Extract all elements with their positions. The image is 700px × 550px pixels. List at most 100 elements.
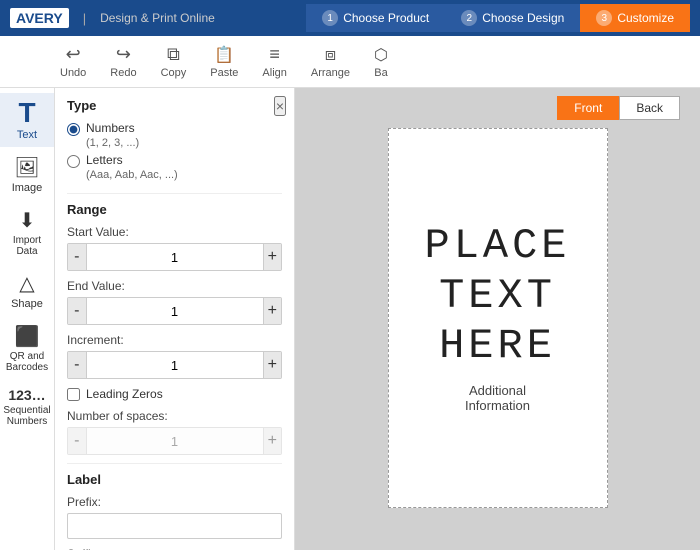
paste-icon: 📋: [214, 45, 234, 65]
sidebar-shape-label: Shape: [11, 298, 43, 310]
step-2-num: 2: [461, 10, 477, 26]
type-section-title: Type: [67, 98, 282, 113]
toolbar-paste[interactable]: 📋 Paste: [210, 45, 238, 79]
sidebar-image-label: Image: [12, 182, 43, 194]
end-value-plus[interactable]: +: [263, 298, 282, 324]
brand: AVERY | Design & Print Online: [10, 8, 215, 28]
image-icon: 🖼: [14, 155, 39, 180]
arrange-icon: ⧈: [325, 44, 336, 65]
increment-plus[interactable]: +: [263, 352, 282, 378]
main-layout: T Text 🖼 Image ⬇ Import Data △ Shape ⬛ Q…: [0, 88, 700, 550]
end-value-row: - +: [67, 297, 282, 325]
increment-row: - +: [67, 351, 282, 379]
type-numbers-radio[interactable]: [67, 123, 80, 136]
toolbar-copy[interactable]: ⧉ Copy: [161, 44, 187, 79]
sidebar-item-shape[interactable]: △ Shape: [0, 265, 54, 316]
sidebar-sequential-label: Sequential Numbers: [3, 405, 50, 427]
type-letters-radio[interactable]: [67, 155, 80, 168]
leading-zeros-label: Leading Zeros: [86, 387, 163, 401]
align-icon: ≡: [269, 44, 280, 65]
steps-nav: 1 Choose Product 2 Choose Design 3 Custo…: [306, 4, 690, 32]
start-value-minus[interactable]: -: [68, 244, 87, 270]
type-letters-option[interactable]: Letters (Aaa, Aab, Aac, ...): [67, 153, 282, 181]
divider-1: [67, 193, 282, 194]
undo-label: Undo: [60, 67, 86, 79]
sidebar-text-label: Text: [17, 129, 37, 141]
increment-input[interactable]: [87, 352, 263, 378]
sidebar-item-sequential-numbers[interactable]: 123… Sequential Numbers: [0, 381, 54, 433]
redo-label: Redo: [110, 67, 136, 79]
arrange-label: Arrange: [311, 67, 350, 79]
prefix-input[interactable]: [67, 513, 282, 539]
type-letters-sub: (Aaa, Aab, Aac, ...): [86, 169, 178, 181]
step-1-label: Choose Product: [343, 11, 429, 25]
label-canvas[interactable]: Place Text Here AdditionalInformation: [388, 128, 608, 508]
toolbar-undo[interactable]: ↩ Undo: [60, 44, 86, 79]
step-customize[interactable]: 3 Customize: [580, 4, 690, 32]
import-icon: ⬇: [19, 208, 36, 233]
additional-info-text: AdditionalInformation: [465, 383, 530, 413]
canvas-tab-front[interactable]: Front: [557, 96, 619, 120]
start-value-label: Start Value:: [67, 225, 282, 239]
type-letters-label: Letters: [86, 153, 123, 167]
step-choose-product[interactable]: 1 Choose Product: [306, 4, 445, 32]
end-value-minus[interactable]: -: [68, 298, 87, 324]
step-2-label: Choose Design: [482, 11, 564, 25]
sequential-numbers-panel: × Type Numbers (1, 2, 3, ...) Letters (A…: [55, 88, 295, 550]
step-3-num: 3: [596, 10, 612, 26]
copy-icon: ⧉: [167, 44, 180, 65]
increment-label: Increment:: [67, 333, 282, 347]
start-value-input[interactable]: [87, 244, 263, 270]
toolbar-ba[interactable]: ⬡ Ba: [374, 45, 388, 79]
canvas-area: Front Back Place Text Here AdditionalInf…: [295, 88, 700, 550]
toolbar-align[interactable]: ≡ Align: [262, 44, 286, 79]
text-icon: T: [18, 99, 35, 127]
type-numbers-group: Numbers (1, 2, 3, ...): [86, 121, 139, 149]
canvas-tab-back[interactable]: Back: [619, 96, 680, 120]
step-3-label: Customize: [617, 11, 674, 25]
step-choose-design[interactable]: 2 Choose Design: [445, 4, 580, 32]
sidebar-qr-label: QR and Barcodes: [4, 351, 50, 373]
type-numbers-sub: (1, 2, 3, ...): [86, 137, 139, 149]
undo-icon: ↩: [66, 44, 81, 65]
label-text-line3: Here: [439, 323, 556, 369]
divider: |: [83, 11, 86, 26]
end-value-label: End Value:: [67, 279, 282, 293]
sidebar-item-text[interactable]: T Text: [0, 93, 54, 147]
panel-close-button[interactable]: ×: [274, 96, 286, 116]
divider-2: [67, 463, 282, 464]
align-label: Align: [262, 67, 286, 79]
brand-tagline: Design & Print Online: [100, 11, 215, 25]
type-letters-group: Letters (Aaa, Aab, Aac, ...): [86, 153, 178, 181]
range-section-title: Range: [67, 202, 282, 217]
toolbar: ↩ Undo ↪ Redo ⧉ Copy 📋 Paste ≡ Align ⧈ A…: [0, 36, 700, 88]
start-value-plus[interactable]: +: [263, 244, 282, 270]
type-numbers-option[interactable]: Numbers (1, 2, 3, ...): [67, 121, 282, 149]
sidebar-item-image[interactable]: 🖼 Image: [0, 149, 54, 200]
ba-icon: ⬡: [374, 45, 388, 65]
spaces-minus[interactable]: -: [68, 428, 87, 454]
toolbar-arrange[interactable]: ⧈ Arrange: [311, 44, 350, 79]
spaces-row: - +: [67, 427, 282, 455]
label-text-line2: Text: [439, 273, 556, 319]
sidebar: T Text 🖼 Image ⬇ Import Data △ Shape ⬛ Q…: [0, 88, 55, 550]
qr-icon: ⬛: [15, 324, 40, 349]
prefix-label: Prefix:: [67, 495, 282, 509]
end-value-input[interactable]: [87, 298, 263, 324]
paste-label: Paste: [210, 67, 238, 79]
increment-minus[interactable]: -: [68, 352, 87, 378]
spaces-plus[interactable]: +: [263, 428, 282, 454]
sidebar-item-qr-barcodes[interactable]: ⬛ QR and Barcodes: [0, 318, 54, 379]
type-radio-group: Numbers (1, 2, 3, ...) Letters (Aaa, Aab…: [67, 121, 282, 181]
toolbar-redo[interactable]: ↪ Redo: [110, 44, 136, 79]
sidebar-import-label: Import Data: [4, 235, 50, 257]
sequential-icon: 123…: [8, 387, 45, 403]
sidebar-item-import-data[interactable]: ⬇ Import Data: [0, 202, 54, 263]
type-numbers-label: Numbers: [86, 121, 135, 135]
spaces-label: Number of spaces:: [67, 409, 282, 423]
spaces-input[interactable]: [87, 428, 263, 454]
ba-label: Ba: [374, 67, 387, 79]
range-section: Range Start Value: - + End Value: - + In…: [67, 202, 282, 379]
copy-label: Copy: [161, 67, 187, 79]
leading-zeros-checkbox[interactable]: [67, 388, 80, 401]
